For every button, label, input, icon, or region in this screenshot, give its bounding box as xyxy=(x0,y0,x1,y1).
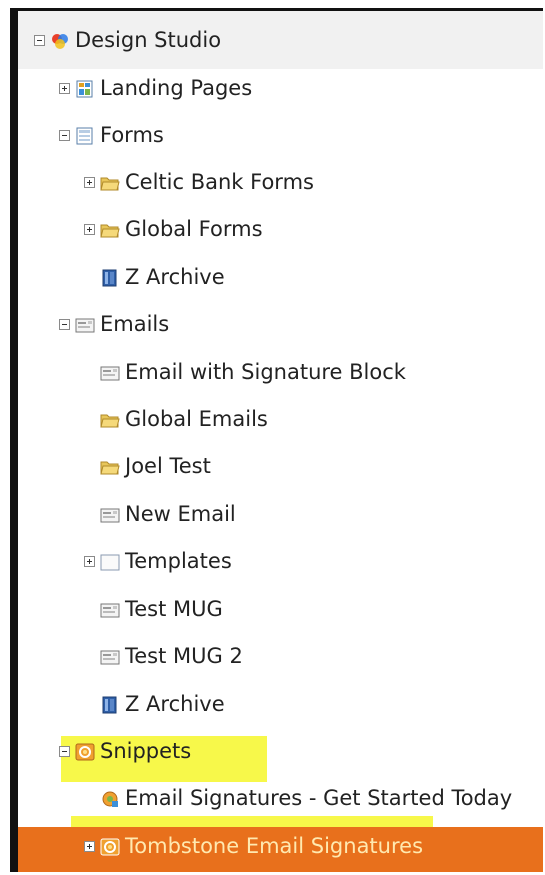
tree-item-emails[interactable]: Emails xyxy=(59,301,169,348)
tree-item-snippets[interactable]: Snippets xyxy=(59,728,191,775)
folder-icon xyxy=(100,411,120,429)
collapse-toggle-icon[interactable] xyxy=(34,35,45,46)
tree-item-new-email[interactable]: New Email xyxy=(84,491,236,538)
folder-icon xyxy=(100,221,120,239)
snippet-icon xyxy=(100,790,120,808)
design-studio-icon xyxy=(50,32,70,50)
archive-icon xyxy=(100,269,120,287)
snippet-icon xyxy=(100,838,120,856)
collapse-toggle-icon[interactable] xyxy=(59,130,70,141)
email-icon xyxy=(75,316,95,334)
snippet-icon xyxy=(75,743,95,761)
tree-item-z-archive-emails[interactable]: Z Archive xyxy=(84,681,225,728)
tree-item-label: Landing Pages xyxy=(100,76,253,100)
tree-item-label: Global Forms xyxy=(125,217,263,241)
expand-toggle-icon[interactable] xyxy=(84,224,95,235)
tree-item-label: Templates xyxy=(125,549,232,573)
expand-toggle-icon[interactable] xyxy=(84,177,95,188)
tree-item-email-signatures-get-started-today[interactable]: Email Signatures - Get Started Today xyxy=(84,775,512,822)
tree-item-test-mug-2[interactable]: Test MUG 2 xyxy=(84,633,243,680)
email-icon xyxy=(100,364,120,382)
tree-item-joel-test[interactable]: Joel Test xyxy=(84,443,211,490)
tree-item-templates[interactable]: Templates xyxy=(84,538,232,585)
expand-toggle-icon[interactable] xyxy=(84,841,95,852)
tree-item-global-emails[interactable]: Global Emails xyxy=(84,396,268,443)
tree-item-label: Celtic Bank Forms xyxy=(125,170,314,194)
tree-item-design-studio[interactable]: Design Studio xyxy=(34,17,221,64)
tree-item-tombstone-email-signatures[interactable]: Tombstone Email Signatures xyxy=(84,823,423,870)
tree-item-label: Tombstone Email Signatures xyxy=(125,834,424,858)
tree-item-celtic-bank-forms[interactable]: Celtic Bank Forms xyxy=(84,159,314,206)
tree-item-landing-pages[interactable]: Landing Pages xyxy=(59,65,252,112)
tree-item-label: Global Emails xyxy=(125,407,268,431)
email-icon xyxy=(100,601,120,619)
tree-item-global-forms[interactable]: Global Forms xyxy=(84,206,263,253)
form-icon xyxy=(75,127,95,145)
tree-item-label: Email Signatures - Get Started Today xyxy=(125,786,513,810)
tree-item-label: Z Archive xyxy=(125,265,225,289)
tree-item-label: Email with Signature Block xyxy=(125,360,406,384)
email-icon xyxy=(100,506,120,524)
expand-toggle-icon[interactable] xyxy=(84,556,95,567)
landing-page-icon xyxy=(75,80,95,98)
tree-item-label: Joel Test xyxy=(125,454,211,478)
tree-item-z-archive-forms[interactable]: Z Archive xyxy=(84,254,225,301)
tree-item-label: New Email xyxy=(125,502,236,526)
collapse-toggle-icon[interactable] xyxy=(59,319,70,330)
tree-item-label: Test MUG 2 xyxy=(125,644,243,668)
tree-item-label: Emails xyxy=(100,312,170,336)
template-icon xyxy=(100,553,120,571)
tree-item-label: Forms xyxy=(100,123,164,147)
tree-item-forms[interactable]: Forms xyxy=(59,112,164,159)
folder-icon xyxy=(100,174,120,192)
tree-item-label: Z Archive xyxy=(125,692,225,716)
expand-toggle-icon[interactable] xyxy=(59,83,70,94)
collapse-toggle-icon[interactable] xyxy=(59,746,70,757)
tree-item-label: Design Studio xyxy=(75,28,222,52)
tree-panel: Design Studio Landing Pages Forms Celtic… xyxy=(10,8,543,872)
tree-item-test-mug[interactable]: Test MUG xyxy=(84,586,223,633)
folder-icon xyxy=(100,458,120,476)
tree-item-email-with-signature-block[interactable]: Email with Signature Block xyxy=(84,349,406,396)
tree-item-label: Test MUG xyxy=(125,597,223,621)
email-icon xyxy=(100,648,120,666)
tree-item-label: Snippets xyxy=(100,739,192,763)
archive-icon xyxy=(100,696,120,714)
